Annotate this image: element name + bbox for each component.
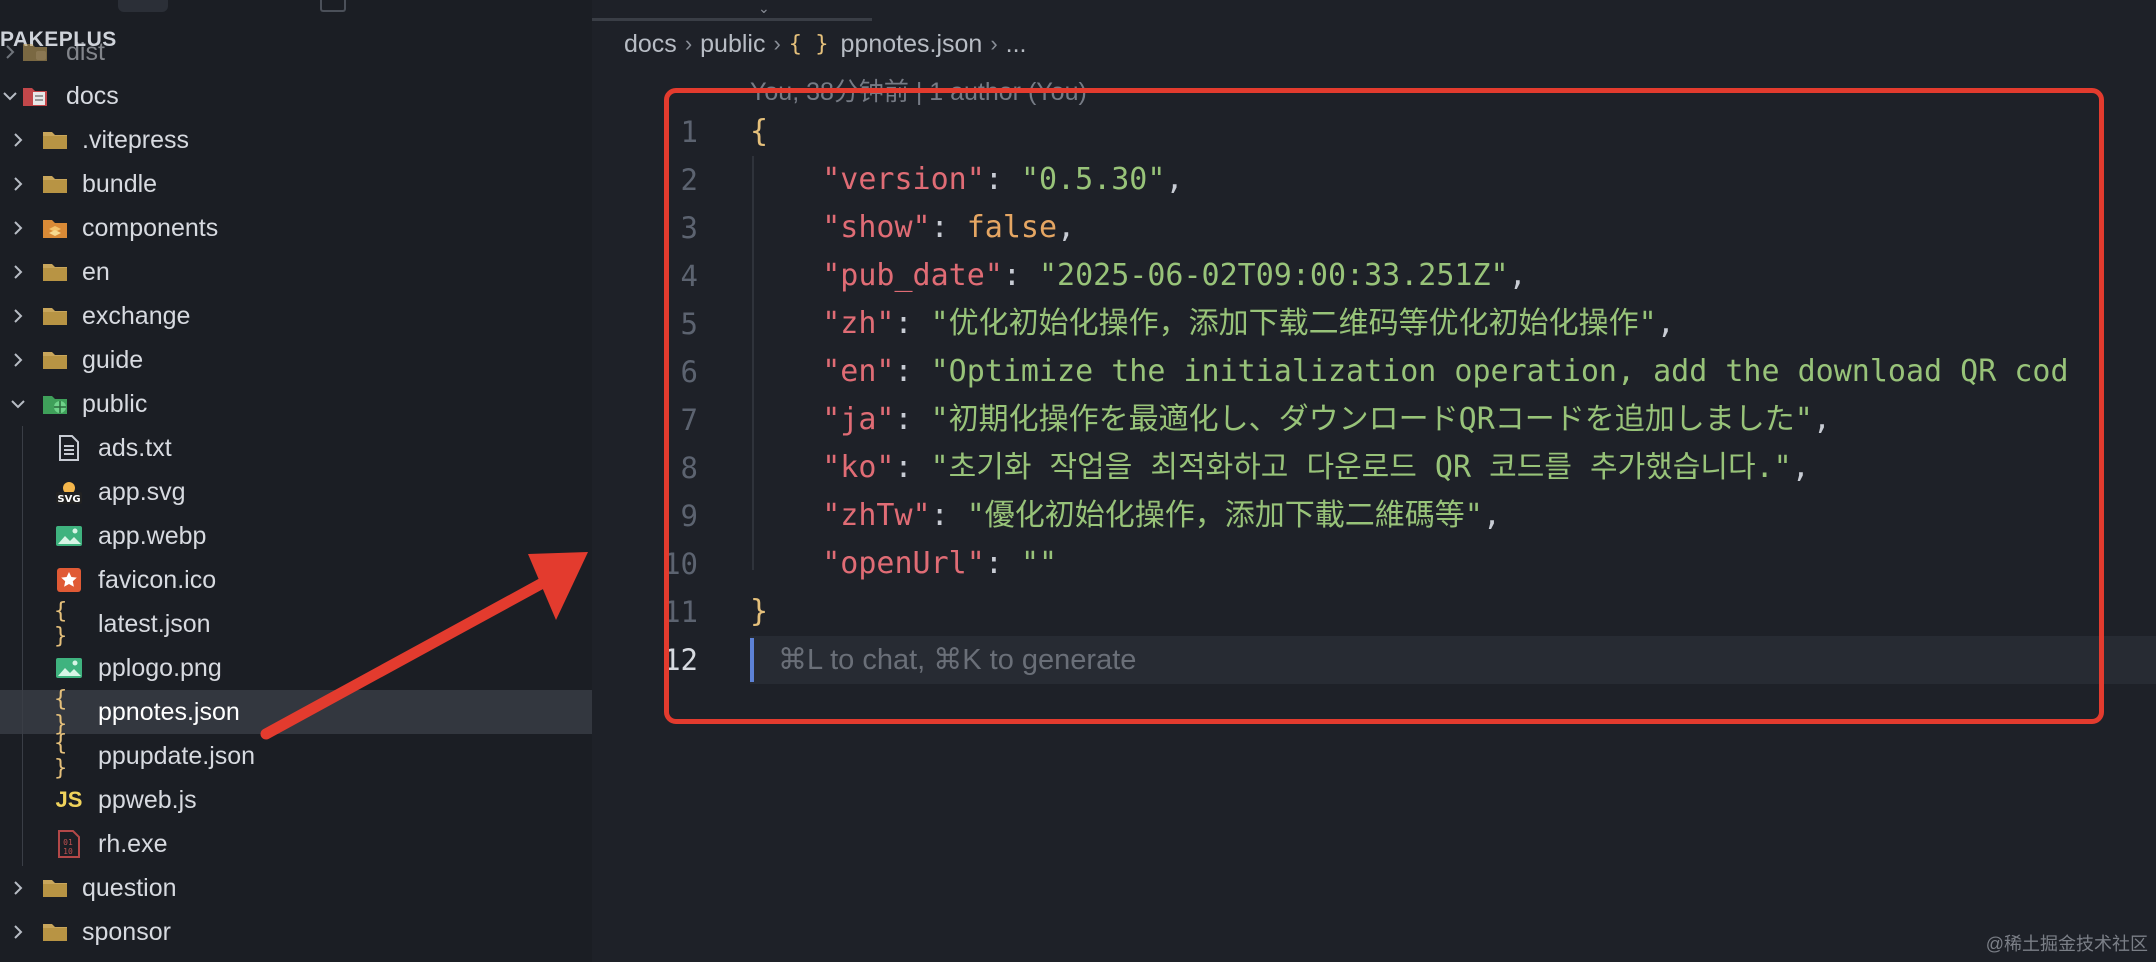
breadcrumb-separator-icon: › <box>990 31 998 56</box>
chevron-right-icon[interactable] <box>8 350 28 370</box>
favicon-file-icon <box>54 565 84 595</box>
tree-item-label: favicon.ico <box>98 565 217 594</box>
tree-item-label: app.svg <box>98 477 186 506</box>
svg-text:01: 01 <box>63 838 73 847</box>
tree-item-label: exchange <box>82 301 191 330</box>
breadcrumb: docs › public › { } ppnotes.json › ... <box>624 26 1027 62</box>
chevron-right-icon[interactable] <box>8 218 28 238</box>
tree-file-favicon-ico[interactable]: favicon.ico <box>0 558 592 602</box>
json-file-icon: { } <box>54 731 68 781</box>
svg-text:SVG: SVG <box>57 494 80 505</box>
tree-item-label: rh.exe <box>98 829 168 858</box>
json-file-icon: { } <box>788 31 829 57</box>
breadcrumb-item[interactable]: ppnotes.json <box>841 30 983 59</box>
tree-item-label: .vitepress <box>82 125 189 154</box>
tree-file-ppnotes-json[interactable]: { } ppnotes.json <box>0 687 592 737</box>
watermark: @稀土掘金技术社区 <box>1985 934 2148 954</box>
image-file-icon <box>54 521 84 551</box>
tree-item-label: question <box>82 873 177 902</box>
chevron-right-icon[interactable] <box>8 262 28 282</box>
folder-public-icon <box>40 389 70 419</box>
tree-folder-docs[interactable]: docs <box>0 74 592 118</box>
tree-item-label: en <box>82 257 110 286</box>
tree-file-ppweb-js[interactable]: JS ppweb.js <box>0 778 592 822</box>
text-file-icon <box>54 433 84 463</box>
js-file-icon: JS <box>55 787 83 812</box>
breadcrumb-separator-icon: › <box>684 31 693 56</box>
tree-folder-sponsor[interactable]: sponsor <box>0 910 592 954</box>
folder-components-icon <box>40 213 70 243</box>
file-explorer: PAKEPLUS dist docs .vitepress bundle compone… <box>0 0 592 962</box>
chevron-down-icon[interactable] <box>8 394 28 414</box>
tree-folder-question[interactable]: question <box>0 866 592 910</box>
tree-item-label: bundle <box>82 169 158 198</box>
sidebar-toolbar <box>0 0 592 18</box>
breadcrumb-item[interactable]: public <box>700 30 765 59</box>
tree-item-label: public <box>82 389 148 418</box>
tab-chevron-icon: ⌄ <box>758 0 770 16</box>
tree-file-latest-json[interactable]: { } latest.json <box>0 599 592 649</box>
folder-icon <box>40 125 70 155</box>
tree-file-rh-exe[interactable]: 01 10 rh.exe <box>0 822 592 866</box>
chevron-right-icon[interactable] <box>0 42 20 62</box>
chevron-right-icon[interactable] <box>8 878 28 898</box>
folder-icon <box>40 345 70 375</box>
tree-folder-exchange[interactable]: exchange <box>0 294 592 338</box>
folder-icon <box>40 873 70 903</box>
tree-item-label: latest.json <box>98 609 211 638</box>
json-file-icon: { } <box>54 687 68 737</box>
image-file-icon <box>54 653 84 683</box>
tree-item-label: sponsor <box>82 917 171 946</box>
tree-item-label: ppupdate.json <box>98 741 256 770</box>
tree-folder-en[interactable]: en <box>0 250 592 294</box>
binary-file-icon: 01 10 <box>54 829 84 859</box>
tree-file-app-webp[interactable]: app.webp <box>0 514 592 558</box>
folder-icon <box>40 169 70 199</box>
tree-file-ppupdate-json[interactable]: { } ppupdate.json <box>0 731 592 781</box>
tree-item-label: components <box>82 213 219 242</box>
tree-indent-guide <box>22 426 23 866</box>
editor-window: PAKEPLUS dist docs .vitepress bundle compone… <box>0 0 2156 962</box>
breadcrumb-item[interactable]: ... <box>1006 30 1027 59</box>
tree-item-label: docs <box>66 81 119 110</box>
tree-folder-vitepress[interactable]: .vitepress <box>0 118 592 162</box>
folder-docs-icon <box>20 81 50 111</box>
chevron-right-icon[interactable] <box>8 174 28 194</box>
folder-icon <box>40 301 70 331</box>
panel-toggle-icon[interactable] <box>320 0 346 12</box>
tree-folder-public[interactable]: public <box>0 382 592 426</box>
tree-item-label: ppnotes.json <box>98 697 240 726</box>
chevron-down-icon[interactable] <box>0 86 20 106</box>
tree-file-app-svg[interactable]: SVG app.svg <box>0 470 592 514</box>
folder-icon <box>40 257 70 287</box>
breadcrumb-separator-icon: › <box>773 31 781 56</box>
json-file-icon: { } <box>54 599 68 649</box>
highlight-rectangle <box>664 88 2104 724</box>
tree-item-label: ads.txt <box>98 433 172 462</box>
tree-file-ads-txt[interactable]: ads.txt <box>0 426 592 470</box>
breadcrumb-item[interactable]: docs <box>624 30 677 59</box>
svg-file-icon: SVG <box>54 477 84 507</box>
folder-icon <box>40 917 70 947</box>
editor-tab[interactable]: ⌄ <box>592 0 872 21</box>
chevron-right-icon[interactable] <box>8 130 28 150</box>
explorer-tab-icon[interactable] <box>118 0 168 12</box>
tree-item-label: guide <box>82 345 144 374</box>
tree-folder-components[interactable]: components <box>0 206 592 250</box>
tree-item-label: ppweb.js <box>98 785 197 814</box>
svg-text:10: 10 <box>63 847 73 856</box>
chevron-right-icon[interactable] <box>8 922 28 942</box>
tree-file-pplogo-png[interactable]: pplogo.png <box>0 646 592 690</box>
folder-dist-icon <box>20 37 50 67</box>
chevron-right-icon[interactable] <box>8 306 28 326</box>
tree-item-label: dist <box>66 37 105 66</box>
tree-item-label: app.webp <box>98 521 207 550</box>
tree-item-label: pplogo.png <box>98 653 222 682</box>
tree-folder-guide[interactable]: guide <box>0 338 592 382</box>
tree-folder-dist[interactable]: dist <box>0 30 592 74</box>
tree-folder-bundle[interactable]: bundle <box>0 162 592 206</box>
